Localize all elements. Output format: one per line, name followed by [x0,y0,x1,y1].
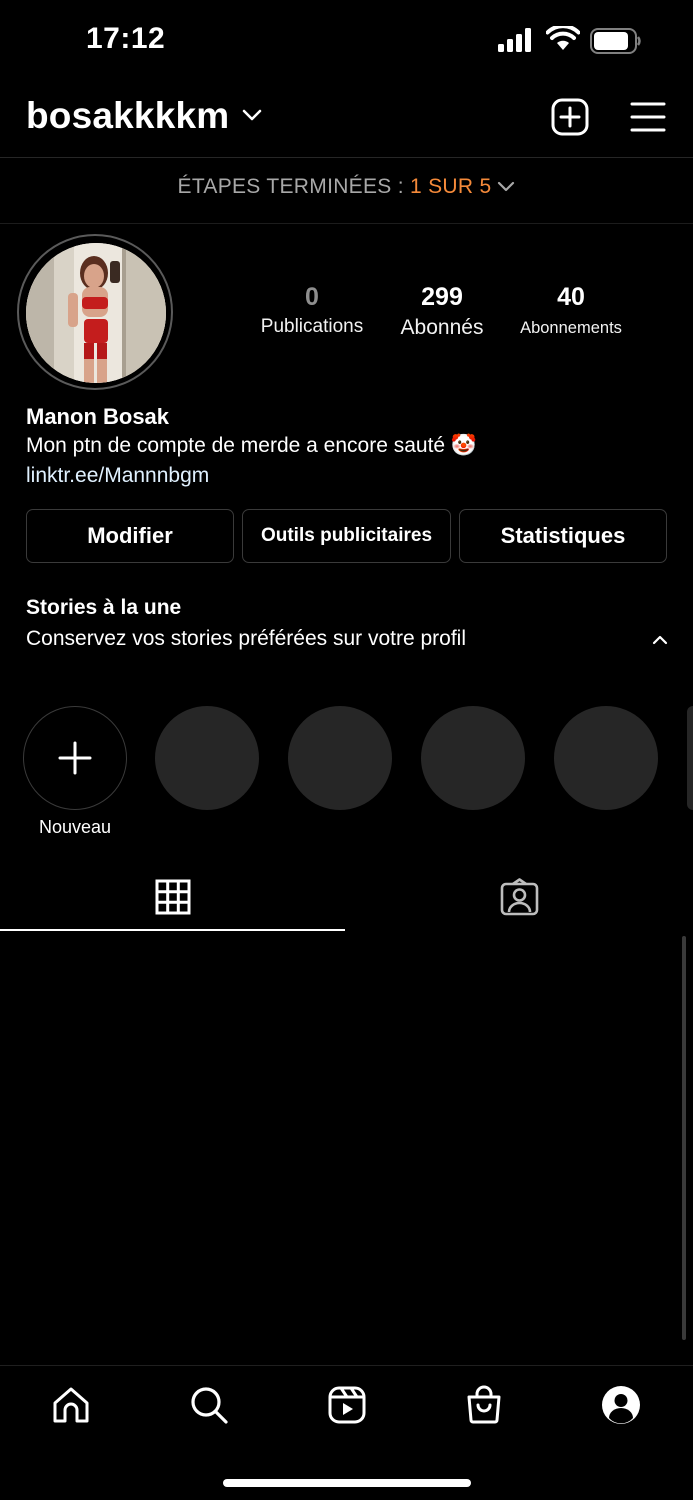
cellular-signal-icon [498,28,531,52]
edit-profile-button[interactable]: Modifier [26,509,234,563]
new-highlight-button[interactable] [23,706,127,810]
avatar[interactable] [26,243,166,383]
highlights-subtitle: Conservez vos stories préférées sur votr… [26,627,467,650]
stat-followers[interactable]: 299 Abonnés [372,283,512,340]
highlight-placeholder [421,706,525,810]
wifi-icon [546,26,580,50]
status-time: 17:12 [86,22,166,55]
stat-value: 40 [557,283,585,311]
stat-label: Abonnements [520,319,622,337]
stat-value: 0 [305,283,319,311]
chevron-up-icon[interactable] [652,634,668,646]
profile-full-name: Manon Bosak [26,404,170,429]
scrollbar[interactable] [682,936,686,1340]
steps-label: ÉTAPES TERMINÉES : [177,175,410,198]
stat-label: Publications [260,316,364,337]
insights-button[interactable]: Statistiques [459,509,667,563]
shop-icon[interactable] [464,1385,504,1425]
active-tab-indicator [0,929,345,931]
stat-value: 299 [421,283,463,311]
home-icon[interactable] [51,1385,91,1425]
stat-publications[interactable]: 0 Publications [242,283,382,338]
avatar-photo [26,243,166,383]
highlight-placeholder [554,706,658,810]
plus-icon [58,741,92,775]
chevron-down-icon[interactable] [242,108,262,122]
battery-icon [590,28,641,54]
grid-icon[interactable] [155,879,191,915]
menu-icon[interactable] [630,101,666,133]
profile-link[interactable]: linktr.ee/Mannnbgm [26,464,209,488]
steps-progress-banner[interactable]: ÉTAPES TERMINÉES : 1 SUR 5 [0,175,693,199]
profile-icon[interactable] [601,1385,641,1425]
highlight-placeholder [155,706,259,810]
steps-divider [0,223,693,224]
profile-username[interactable]: bosakkkkm [26,95,229,137]
highlights-title: Stories à la une [26,596,182,619]
search-icon[interactable] [189,1385,229,1425]
new-highlight-label: Nouveau [38,817,112,837]
nav-divider [0,1365,693,1366]
ad-tools-button[interactable]: Outils publicitaires [242,509,451,563]
highlight-placeholder [288,706,392,810]
chevron-down-icon [498,182,515,192]
stat-following[interactable]: 40 Abonnements [501,283,641,338]
header-divider [0,157,693,158]
steps-count: 1 SUR 5 [410,175,492,198]
reels-icon[interactable] [327,1385,367,1425]
home-indicator[interactable] [223,1479,471,1487]
highlight-placeholder [687,706,693,810]
stat-label: Abonnés [400,316,484,339]
new-post-icon[interactable] [551,98,589,136]
tagged-icon[interactable] [500,878,539,916]
profile-bio: Mon ptn de compte de merde a encore saut… [26,434,478,457]
